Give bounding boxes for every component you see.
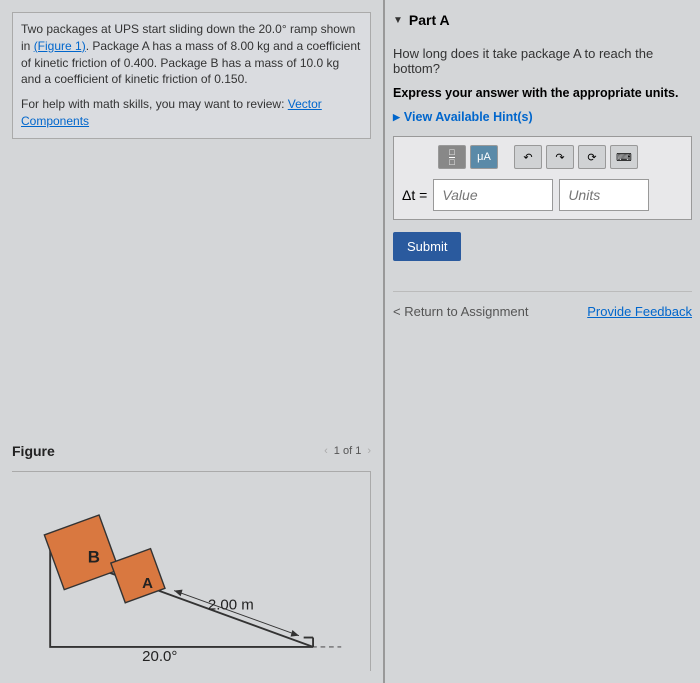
help-text: For help with math skills, you may want … bbox=[21, 96, 362, 130]
keyboard-icon[interactable]: ⌨ bbox=[610, 145, 638, 169]
figure-link[interactable]: (Figure 1) bbox=[34, 39, 86, 53]
variable-label: Δt = bbox=[402, 187, 427, 203]
label-angle: 20.0° bbox=[142, 648, 177, 661]
feedback-link[interactable]: Provide Feedback bbox=[587, 304, 692, 319]
label-A: A bbox=[142, 575, 153, 592]
figure-title: Figure bbox=[12, 443, 55, 459]
redo-icon[interactable]: ↷ bbox=[546, 145, 574, 169]
label-B: B bbox=[88, 547, 100, 566]
mu-a-button[interactable]: μA bbox=[470, 145, 498, 169]
return-link[interactable]: < Return to Assignment bbox=[393, 304, 529, 319]
triangle-right-icon: ▶ bbox=[393, 112, 400, 123]
triangle-down-icon: ▼ bbox=[393, 15, 403, 26]
question-text: How long does it take package A to reach… bbox=[393, 46, 692, 76]
figure-section: Figure ‹ 1 of 1 › B A 2.00 m 20.0° bbox=[12, 399, 371, 671]
part-title: Part A bbox=[409, 12, 450, 28]
input-row: Δt = bbox=[402, 179, 683, 211]
submit-button[interactable]: Submit bbox=[393, 232, 461, 261]
figure-nav: ‹ 1 of 1 › bbox=[324, 445, 371, 457]
hints-label: View Available Hint(s) bbox=[404, 110, 533, 124]
chevron-right-icon[interactable]: › bbox=[367, 445, 371, 457]
help-prefix: For help with math skills, you may want … bbox=[21, 97, 288, 111]
undo-icon[interactable]: ↶ bbox=[514, 145, 542, 169]
right-panel: ▼ Part A How long does it take package A… bbox=[385, 0, 700, 683]
label-distance: 2.00 m bbox=[208, 596, 254, 613]
figure-header: Figure ‹ 1 of 1 › bbox=[12, 439, 371, 463]
hints-toggle[interactable]: ▶ View Available Hint(s) bbox=[393, 110, 692, 124]
figure-image: B A 2.00 m 20.0° bbox=[12, 471, 371, 671]
toolbar: □□ μA ↶ ↷ ⟳ ⌨ bbox=[438, 145, 683, 169]
figure-counter: 1 of 1 bbox=[334, 445, 362, 457]
left-panel: Two packages at UPS start sliding down t… bbox=[0, 0, 385, 683]
part-a-header[interactable]: ▼ Part A bbox=[393, 12, 692, 28]
problem-text: Two packages at UPS start sliding down t… bbox=[12, 12, 371, 139]
chevron-left-icon[interactable]: ‹ bbox=[324, 445, 328, 457]
value-input[interactable] bbox=[433, 179, 553, 211]
units-input[interactable] bbox=[559, 179, 649, 211]
footer: < Return to Assignment Provide Feedback bbox=[393, 291, 692, 319]
instruction-text: Express your answer with the appropriate… bbox=[393, 86, 692, 100]
fraction-icon[interactable]: □□ bbox=[438, 145, 466, 169]
answer-box: □□ μA ↶ ↷ ⟳ ⌨ Δt = bbox=[393, 136, 692, 220]
reset-icon[interactable]: ⟳ bbox=[578, 145, 606, 169]
